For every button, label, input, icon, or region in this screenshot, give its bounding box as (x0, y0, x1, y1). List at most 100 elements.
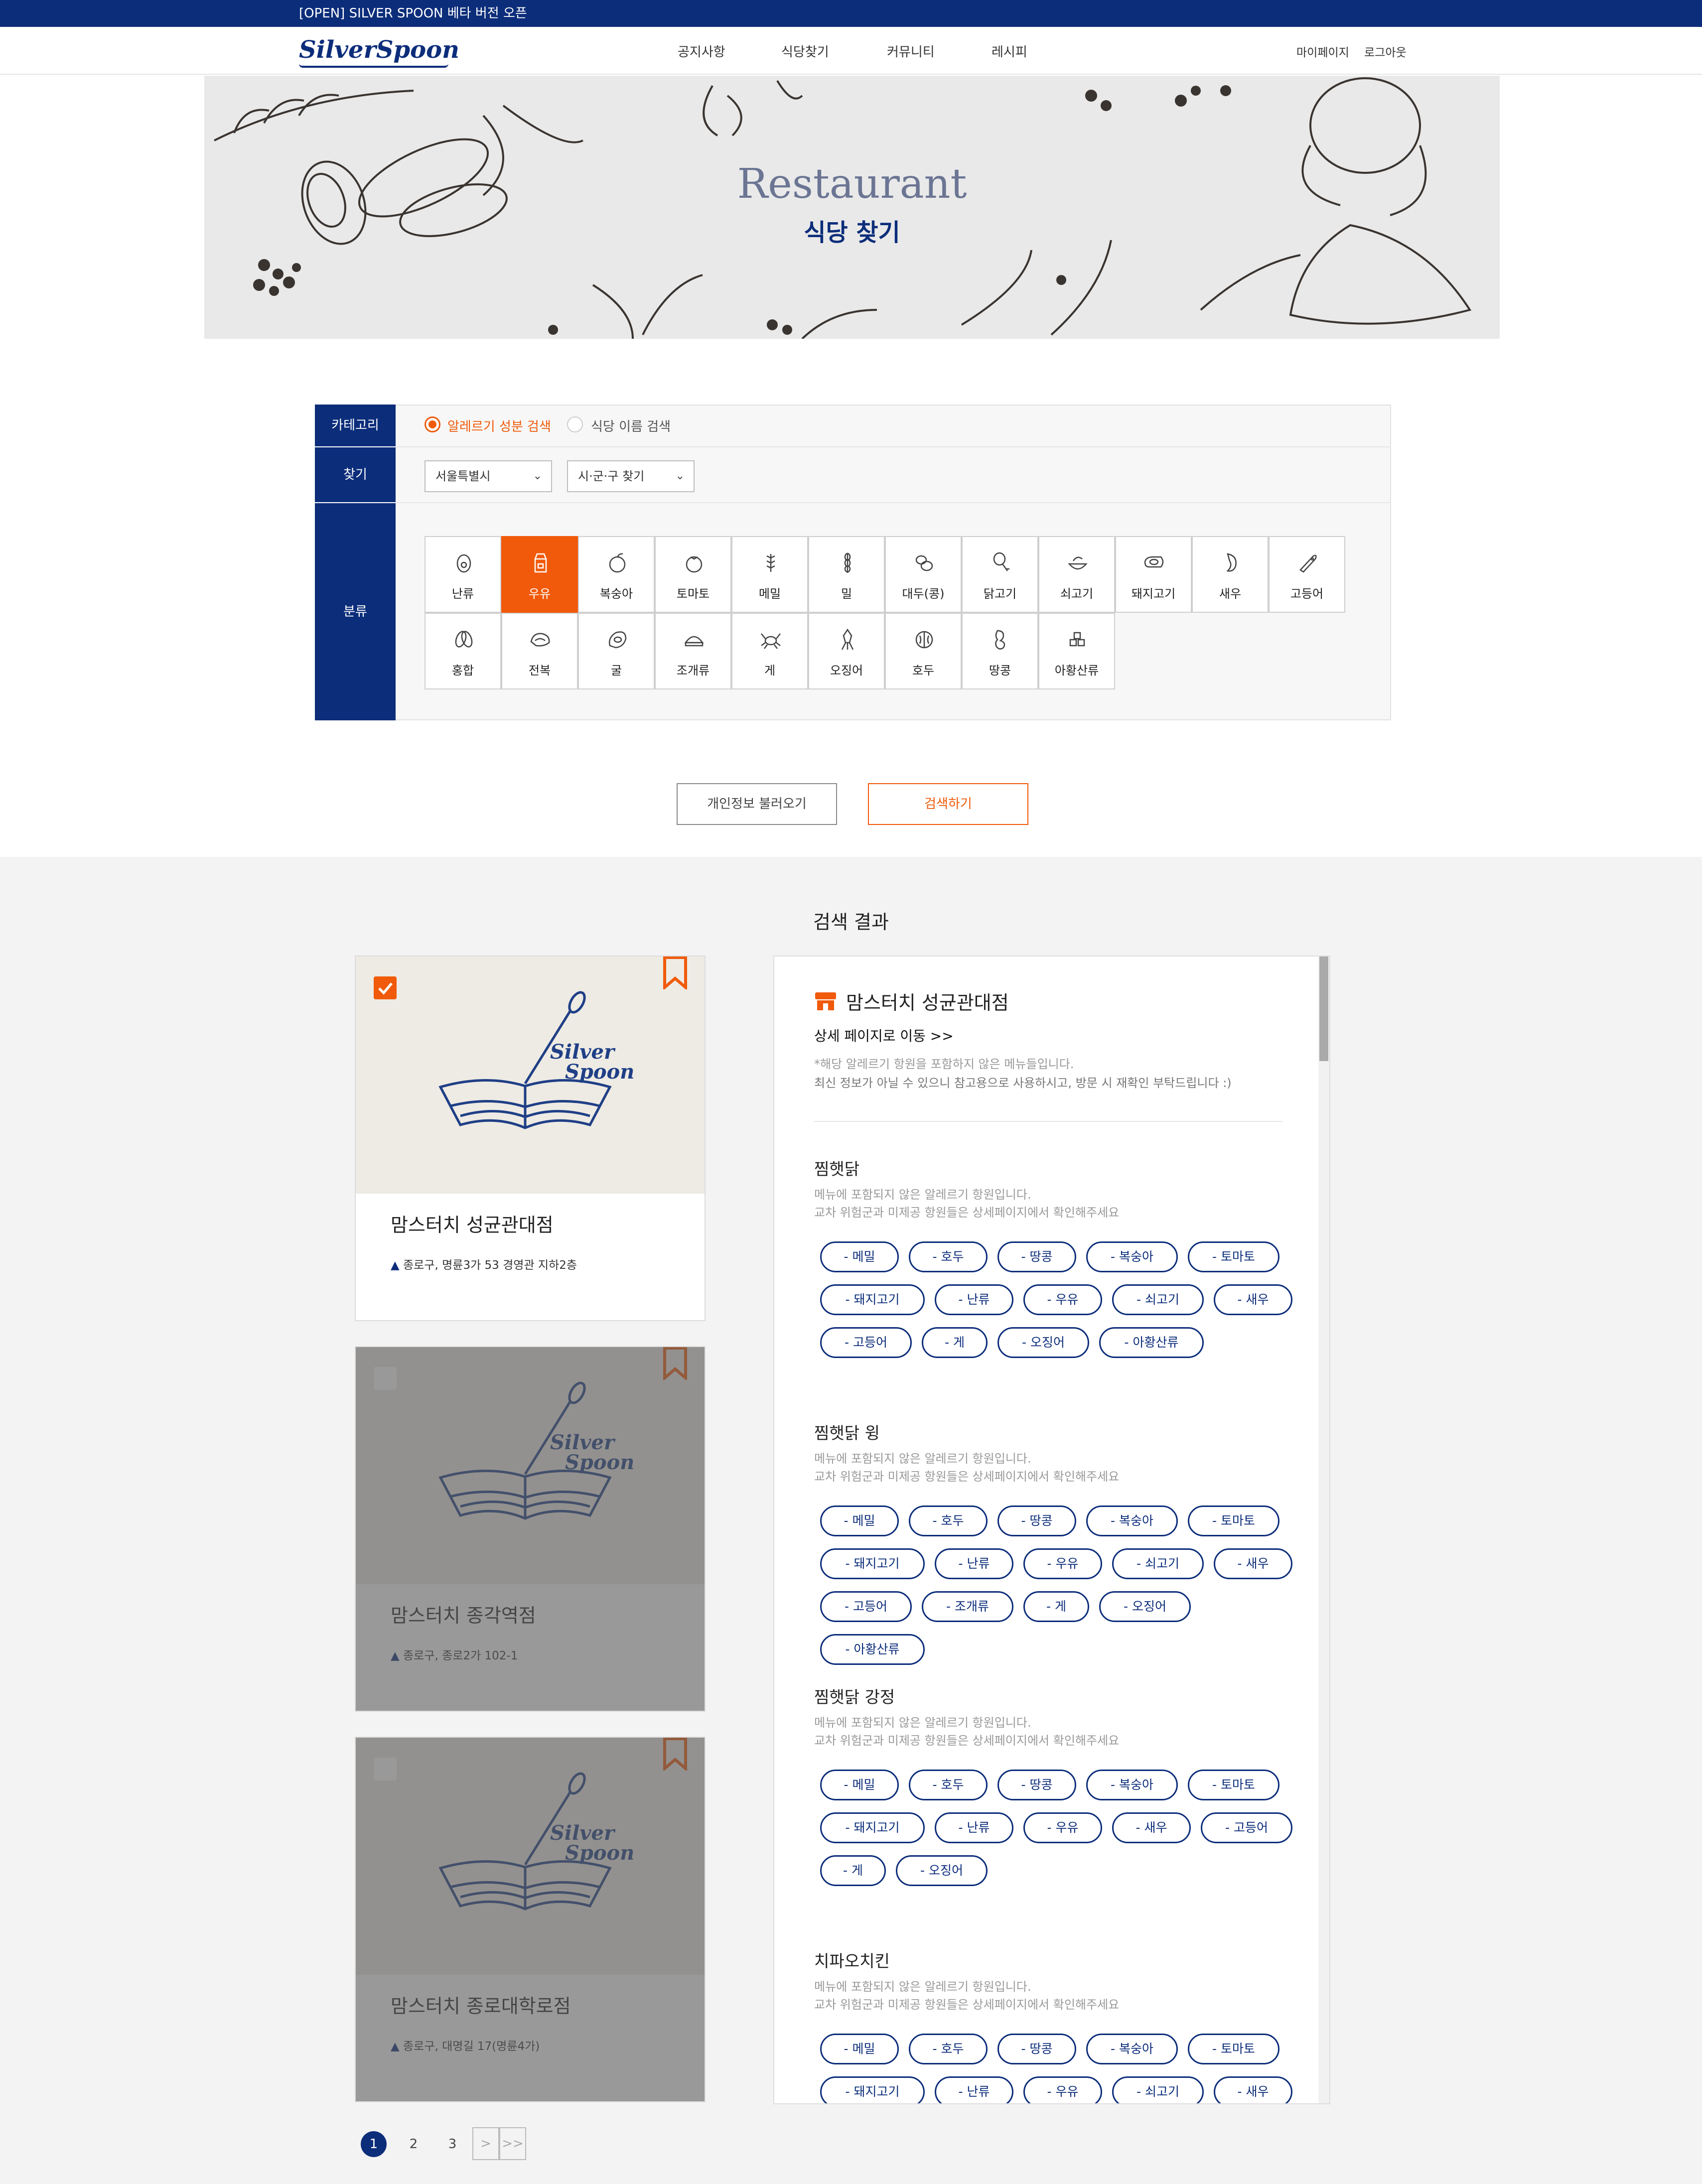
allergen-icon (844, 552, 851, 573)
allergen-option[interactable]: 고등어 (1269, 536, 1345, 613)
allergen-label: 게 (764, 664, 776, 678)
radio-allergen-search[interactable] (425, 416, 440, 432)
district-select[interactable]: 시·군·구 찾기 ⌄ (567, 460, 695, 492)
nav-find-restaurant[interactable]: 식당찾기 (781, 42, 829, 60)
allergen-icon (686, 556, 703, 573)
allergen-tag: - 호두 (909, 1770, 988, 1800)
find-label: 찾기 (315, 447, 396, 502)
allergen-tag: - 우유 (1023, 1284, 1102, 1315)
allergen-label: 밀 (841, 587, 852, 601)
allergen-label: 홍합 (451, 664, 474, 678)
allergen-option[interactable]: 오징어 (808, 613, 885, 689)
bookmark-icon[interactable] (663, 956, 688, 991)
allergen-tag: - 새우 (1112, 1812, 1191, 1843)
page-number[interactable]: 1 (361, 2131, 387, 2157)
allergen-tag: - 아황산류 (820, 1634, 925, 1665)
restaurant-card[interactable]: SilverSpoon맘스터치 종로대학로점▲ 종로구, 대명길 17(명륜4가… (355, 1737, 706, 2102)
load-profile-button[interactable]: 개인정보 불러오기 (677, 783, 837, 825)
allergen-option[interactable]: 돼지고기 (1115, 536, 1192, 613)
allergen-icon (841, 628, 854, 650)
allergen-option[interactable]: 닭고기 (962, 536, 1038, 613)
allergen-icon (1069, 632, 1085, 647)
allergen-label: 호두 (912, 664, 935, 678)
hero-banner: Restaurant 식당 찾기 (204, 76, 1500, 339)
allergen-option[interactable]: 쇠고기 (1038, 536, 1115, 613)
allergen-option[interactable]: 밀 (808, 536, 885, 613)
allergen-option[interactable]: 새우 (1192, 536, 1269, 613)
menu-title: 찜햇닭 강정 (814, 1687, 895, 1707)
card-select-checkbox[interactable] (374, 976, 397, 999)
city-select[interactable]: 서울특별시 ⌄ (425, 460, 552, 492)
allergen-option[interactable]: 굴 (578, 613, 655, 689)
allergen-label: 오징어 (830, 664, 863, 678)
allergen-option[interactable]: 땅콩 (962, 613, 1038, 689)
allergen-tag: - 복숭아 (1086, 2034, 1178, 2064)
allergen-tag: - 땅콩 (997, 1505, 1076, 1536)
detail-note-1: *해당 알레르기 항원을 포함하지 않은 메뉴들입니다. (814, 1057, 1074, 1071)
menu-subtext-1: 메뉴에 포함되지 않은 알레르기 항원입니다. (814, 1980, 1031, 1994)
allergen-tag: - 게 (1023, 1591, 1089, 1622)
nav-community[interactable]: 커뮤니티 (887, 42, 935, 60)
allergen-tag: - 메밀 (820, 1241, 899, 1272)
allergen-option[interactable]: 메밀 (731, 536, 808, 613)
allergen-option[interactable]: 전복 (501, 613, 578, 689)
allergen-option[interactable]: 우유 (501, 536, 578, 613)
card-restaurant-name: 맘스터치 성균관대점 (391, 1214, 554, 1236)
radio-name-label[interactable]: 식당 이름 검색 (591, 416, 671, 435)
menu-subtext-2: 교차 위험군과 미제공 항원들은 상세페이지에서 확인해주세요 (814, 1734, 1120, 1748)
allergen-option[interactable]: 홍합 (425, 613, 501, 689)
restaurant-card[interactable]: Silver Spoon 맘스터치 성균관대점 ▲ 종로구, 명륜3가 53 경영관 … (355, 956, 706, 1321)
radio-name-search[interactable] (567, 416, 583, 432)
page-number[interactable]: 3 (439, 2130, 465, 2158)
allergen-option[interactable]: 난류 (425, 536, 501, 613)
allergen-option[interactable]: 대두(콩) (885, 536, 962, 613)
search-button[interactable]: 검색하기 (868, 783, 1028, 825)
nav-mypage[interactable]: 마이페이지 (1296, 43, 1349, 60)
restaurant-detail-panel[interactable]: 맘스터치 성균관대점 상세 페이지로 이동 >> *해당 알레르기 항원을 포함… (773, 956, 1330, 2104)
allergen-option[interactable]: 조개류 (655, 613, 731, 689)
detail-page-link[interactable]: 상세 페이지로 이동 >> (814, 1025, 954, 1045)
allergen-tag: - 복숭아 (1086, 1241, 1178, 1272)
allergen-tag: - 돼지고기 (820, 1284, 925, 1315)
allergen-tag: - 게 (922, 1327, 988, 1358)
site-logo[interactable]: SilverSpoon (299, 36, 459, 64)
allergen-tag: - 토마토 (1188, 2034, 1279, 2064)
allergen-tag: - 토마토 (1188, 1505, 1279, 1536)
main-nav: SilverSpoon 공지사항 식당찾기 커뮤니티 레시피 마이페이지 로그아… (0, 27, 1702, 75)
scrollbar-thumb[interactable] (1319, 956, 1328, 1061)
allergen-tag: - 쇠고기 (1112, 1284, 1204, 1315)
logo-swoosh (299, 64, 448, 68)
allergen-label: 대두(콩) (902, 587, 945, 601)
allergen-tag: - 쇠고기 (1112, 1548, 1204, 1579)
menu-title: 찜햇닭 윙 (814, 1423, 880, 1443)
detail-scrollbar[interactable] (1318, 956, 1329, 2103)
nav-logout[interactable]: 로그아웃 (1364, 43, 1407, 60)
allergen-option[interactable]: 복숭아 (578, 536, 655, 613)
radio-allergen-label[interactable]: 알레르기 성분 검색 (447, 416, 551, 435)
allergen-option[interactable]: 호두 (885, 613, 962, 689)
chevron-down-icon: ⌄ (533, 470, 542, 482)
restaurant-card[interactable]: SilverSpoon맘스터치 종각역점▲ 종로구, 종로2가 102-1 (355, 1346, 706, 1712)
allergen-label: 우유 (528, 587, 551, 601)
nav-recipe[interactable]: 레시피 (992, 42, 1027, 60)
allergen-tag: - 아황산류 (1099, 1327, 1204, 1358)
nav-notice[interactable]: 공지사항 (678, 42, 725, 60)
allergen-option[interactable]: 아황산류 (1038, 613, 1115, 689)
allergen-icon (995, 630, 1005, 650)
next-page-button[interactable]: > (472, 2127, 499, 2160)
card-disabled-overlay (356, 1347, 705, 1711)
last-page-button[interactable]: >> (499, 2127, 526, 2160)
allergen-option[interactable]: 게 (731, 613, 808, 689)
allergen-label: 조개류 (676, 664, 710, 678)
allergen-label: 토마토 (676, 587, 710, 601)
restaurant-image: SilverSpoon (356, 956, 705, 1194)
allergen-tag: - 땅콩 (997, 1241, 1076, 1272)
allergen-option[interactable]: 토마토 (655, 536, 731, 613)
allergen-label: 쇠고기 (1060, 587, 1094, 601)
page-number[interactable]: 2 (401, 2130, 426, 2158)
menu-title: 치파오치킨 (814, 1951, 890, 1971)
allergen-tag: - 메밀 (820, 1770, 899, 1800)
allergen-icon (534, 553, 547, 573)
chevron-down-icon: ⌄ (675, 470, 685, 482)
results-title: 검색 결과 (813, 911, 889, 933)
